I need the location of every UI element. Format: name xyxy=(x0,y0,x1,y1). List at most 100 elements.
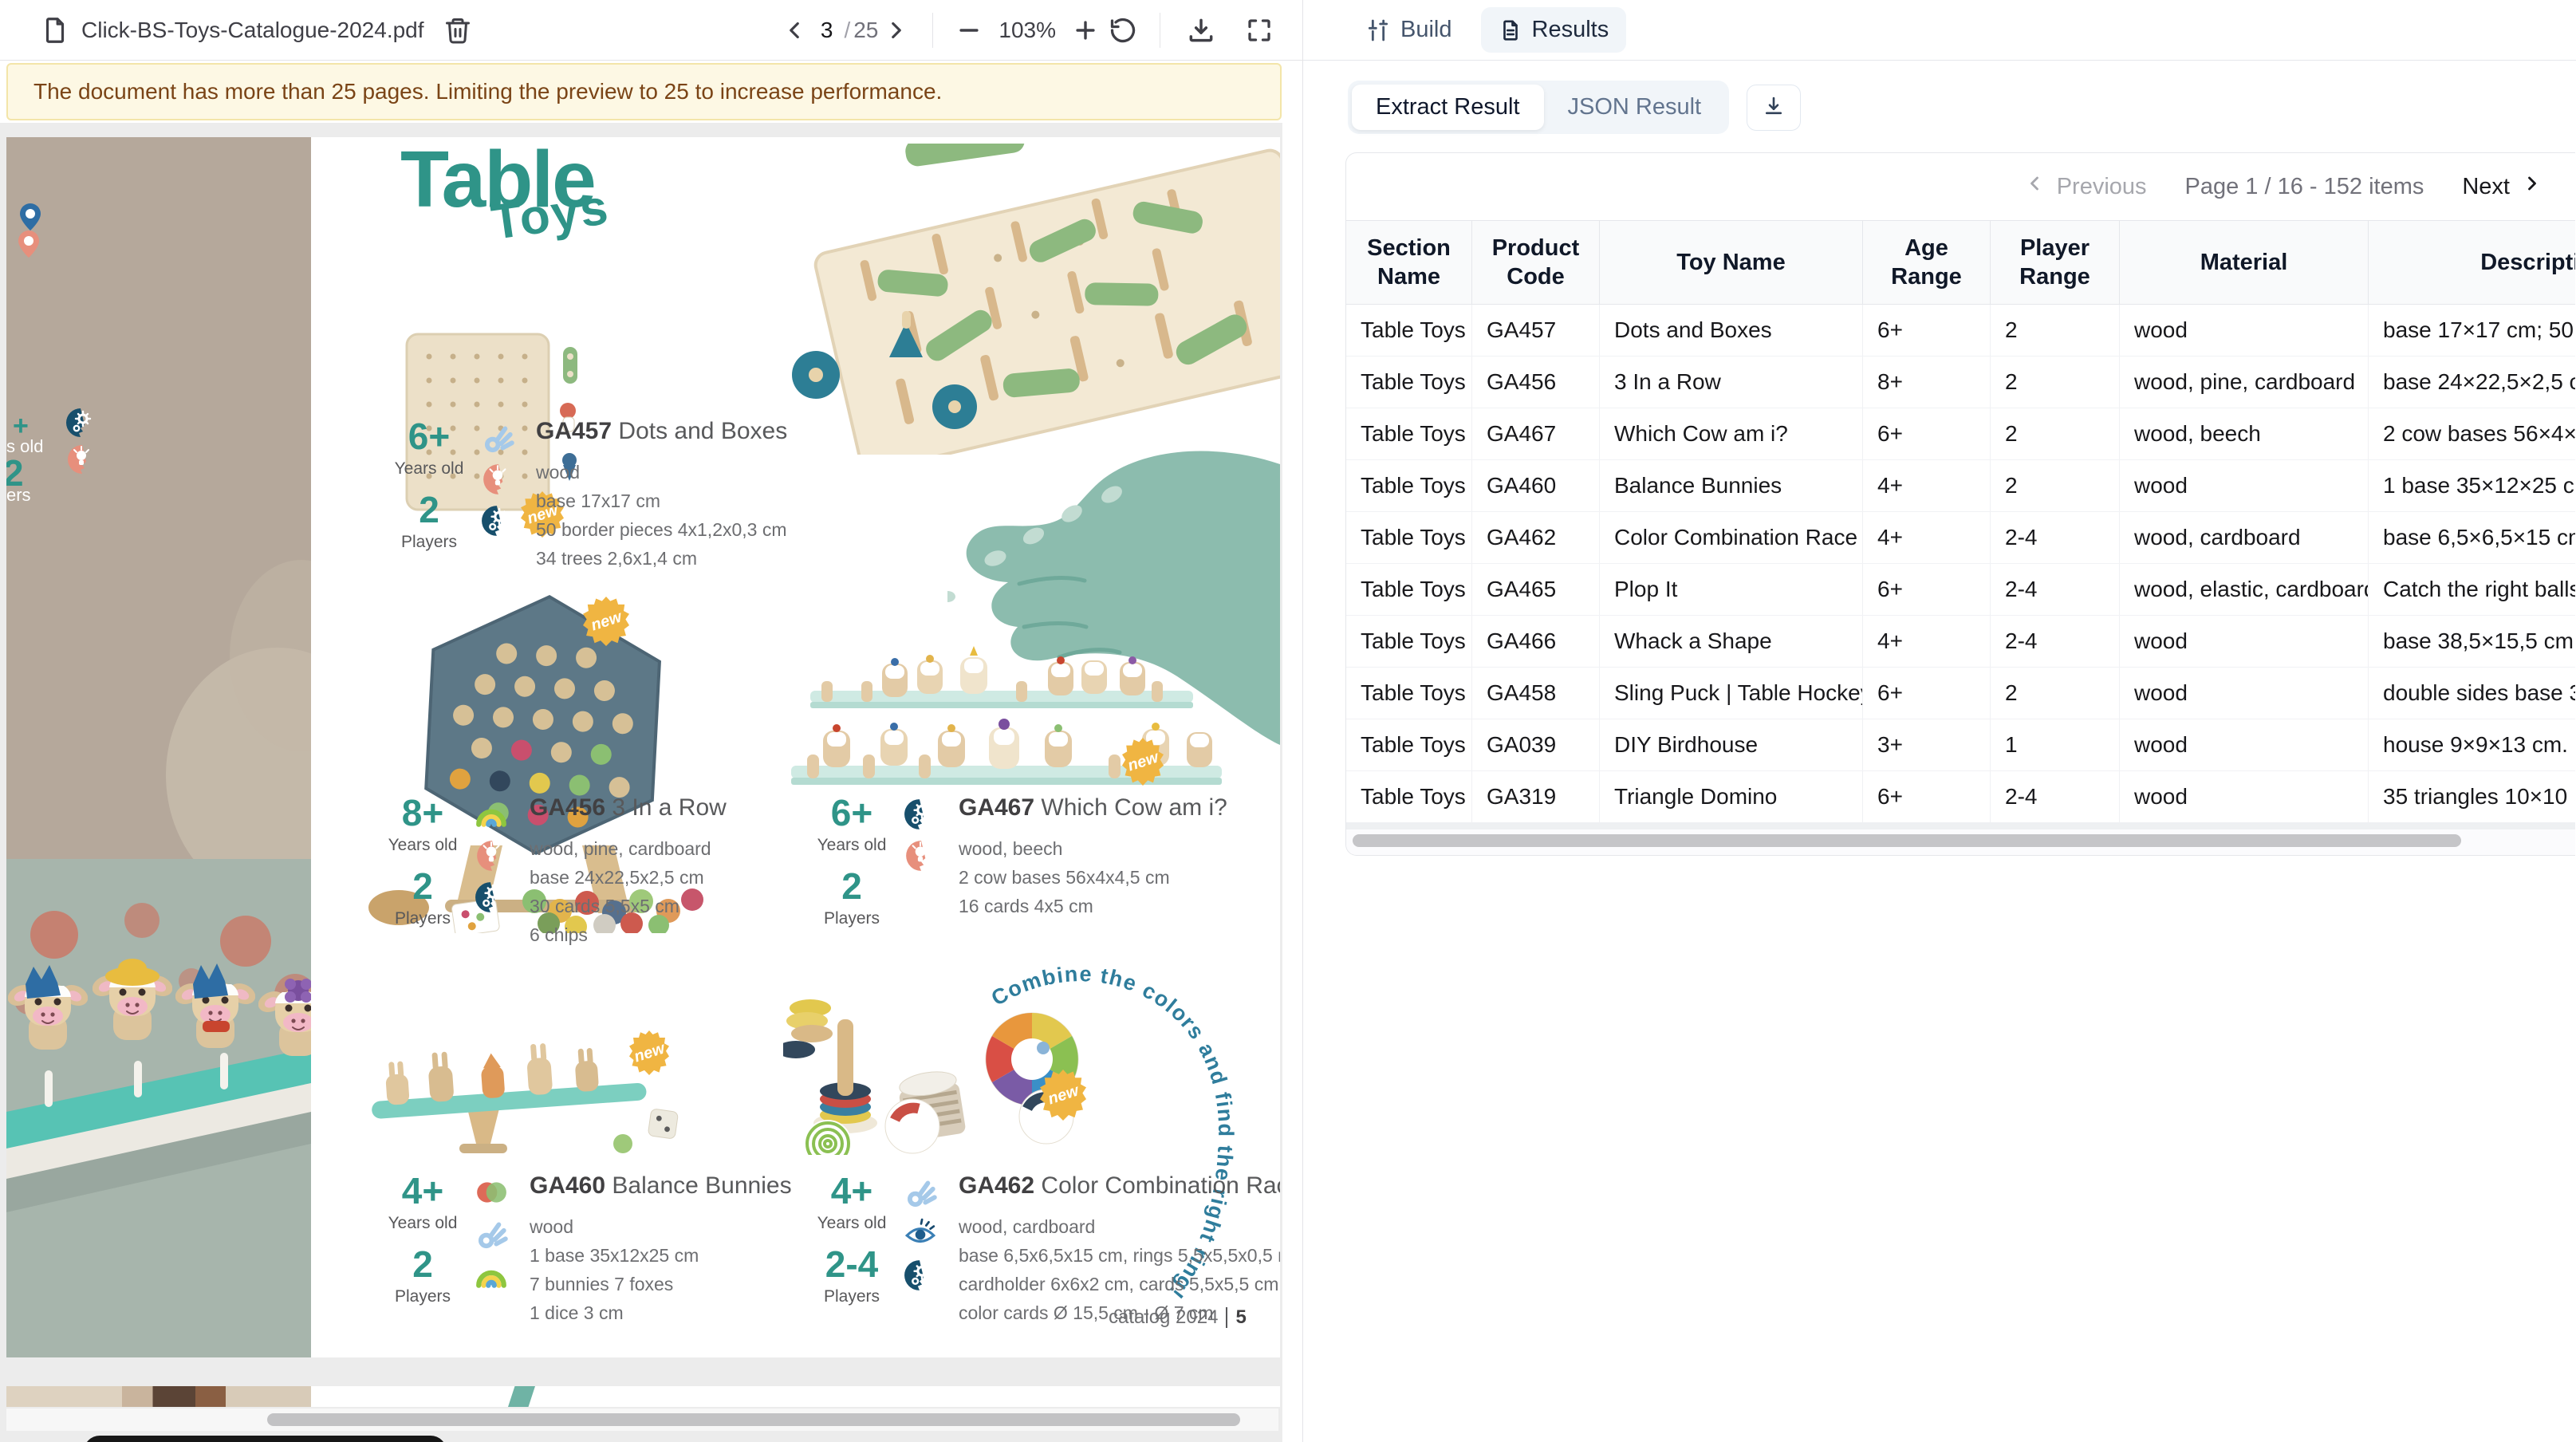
next-page-results-button[interactable]: Next xyxy=(2462,172,2543,201)
gear-head-icon xyxy=(481,504,514,538)
product-info: GA456 3 In a Row wood, pine, cardboardba… xyxy=(522,794,727,949)
tab-build[interactable]: Build xyxy=(1348,7,1470,53)
table-cell: wood xyxy=(2120,771,2369,822)
product-age: 4+ xyxy=(384,1172,461,1209)
total-pages: 25 xyxy=(853,18,878,43)
product-pictograms xyxy=(461,1172,522,1292)
product-detail-line: cardholder 6x6x2 cm, cards 5,5x5,5 cm xyxy=(959,1270,1280,1298)
product-players: 2-4 xyxy=(813,1246,890,1282)
product-players-label: Players xyxy=(813,1287,890,1306)
product-players-label: Players xyxy=(384,909,461,928)
product-name: Color Combination Race xyxy=(1041,1172,1280,1199)
strip-age-fragment: + xyxy=(13,412,29,439)
document-icon xyxy=(1499,18,1522,42)
tab-json-result[interactable]: JSON Result xyxy=(1544,85,1726,130)
product-info: GA467 Which Cow am i? wood, beech2 cow b… xyxy=(951,794,1227,920)
product-detail-line: wood, beech xyxy=(959,834,1227,863)
table-cell: wood xyxy=(2120,719,2369,770)
next-page-photo-fragment xyxy=(6,1386,311,1407)
download-icon xyxy=(1186,15,1216,45)
zoom-in-button[interactable] xyxy=(1067,12,1104,49)
product-name: Dots and Boxes xyxy=(618,418,787,444)
fullscreen-button[interactable] xyxy=(1240,11,1278,49)
zoom-out-button[interactable] xyxy=(951,12,987,49)
product-detail-line: wood, cardboard xyxy=(959,1212,1280,1241)
table-cell: wood xyxy=(2120,668,2369,719)
product-info: GA462 Color Combination Race wood, cardb… xyxy=(951,1172,1280,1327)
table-scrollbar-thumb[interactable] xyxy=(1353,834,2461,847)
table-cell: Which Cow am i? xyxy=(1600,408,1863,459)
delete-file-button[interactable] xyxy=(439,11,477,49)
table-pagination: Previous Page 1 / 16 - 152 items Next xyxy=(1346,153,2575,220)
previous-page-results-button[interactable]: Previous xyxy=(2023,172,2147,201)
table-cell: wood, pine, cardboard xyxy=(2120,357,2369,408)
download-results-button[interactable] xyxy=(1747,85,1801,131)
tab-results[interactable]: Results xyxy=(1481,7,1627,53)
fullscreen-icon xyxy=(1245,16,1274,45)
product-detail-line: 34 trees 2,6x1,4 cm xyxy=(536,544,787,573)
table-cell: Table Toys xyxy=(1346,512,1472,563)
next-page-button[interactable] xyxy=(878,12,915,49)
catalog-footer: catalog 2024 5 xyxy=(1109,1306,1247,1329)
table-cell: GA460 xyxy=(1472,460,1600,511)
current-page: 3 xyxy=(821,18,833,43)
previous-page-button[interactable] xyxy=(776,12,813,49)
page-separator: / xyxy=(844,18,850,43)
product-details: wood1 base 35x12x25 cm7 bunnies 7 foxes1… xyxy=(530,1212,792,1327)
table-horizontal-scrollbar[interactable] xyxy=(1346,829,2575,855)
table-cell: 4+ xyxy=(1863,512,1991,563)
table-cell: Table Toys xyxy=(1346,408,1472,459)
column-header-0: Section Name xyxy=(1346,221,1472,304)
product-code: GA462 xyxy=(959,1172,1034,1199)
table-row: Table ToysGA465Plop It6+2-4wood, elastic… xyxy=(1346,564,2575,616)
product-meta: 4+ Years old 2-4 Players xyxy=(813,1172,890,1319)
product-age-label: Years old xyxy=(391,459,467,479)
table-cell: 2 cow bases 56×4× xyxy=(2369,408,2575,459)
plus-icon xyxy=(1072,17,1099,44)
pdf-vertical-scroll-gutter[interactable] xyxy=(1282,123,1302,1442)
cow-game-photo xyxy=(6,137,311,1357)
column-header-4: Player Range xyxy=(1991,221,2120,304)
product-age: 8+ xyxy=(384,794,461,831)
pdf-scrollbar-thumb[interactable] xyxy=(267,1413,1240,1426)
product-pictograms xyxy=(890,794,951,873)
next-page-preview xyxy=(6,1386,1280,1407)
bottom-overlay-pill xyxy=(84,1436,447,1442)
product-info: GA460 Balance Bunnies wood1 base 35x12x2… xyxy=(522,1172,792,1327)
table-row: Table ToysGA462Color Combination Race4+2… xyxy=(1346,512,2575,564)
pdf-filename: Click-BS-Toys-Catalogue-2024.pdf xyxy=(81,18,424,43)
product-age: 6+ xyxy=(391,418,467,455)
ok-hand-icon xyxy=(481,421,514,455)
product-code: GA467 xyxy=(959,794,1034,821)
table-row: Table ToysGA4563 In a Row8+2wood, pine, … xyxy=(1346,357,2575,408)
table-cell: Table Toys xyxy=(1346,305,1472,356)
product-age-label: Years old xyxy=(813,836,890,855)
app-root: Click-BS-Toys-Catalogue-2024.pdf 3 / 25 xyxy=(0,0,2576,1442)
bulb-head-icon xyxy=(904,839,937,873)
tab-extract-result[interactable]: Extract Result xyxy=(1352,85,1544,130)
product-detail-line: 7 bunnies 7 foxes xyxy=(530,1270,792,1298)
product-age: 6+ xyxy=(813,794,890,831)
pdf-horizontal-scrollbar[interactable] xyxy=(6,1409,1278,1431)
product-age: 4+ xyxy=(813,1172,890,1209)
table-cell: Table Toys xyxy=(1346,719,1472,770)
table-cell: Color Combination Race xyxy=(1600,512,1863,563)
table-row: Table ToysGA466Whack a Shape4+2-4woodbas… xyxy=(1346,616,2575,668)
product-info: GA457 Dots and Boxes woodbase 17x17 cm50… xyxy=(528,418,787,573)
reset-zoom-button[interactable] xyxy=(1104,11,1142,49)
table-cell: 8+ xyxy=(1863,357,1991,408)
table-cell: wood xyxy=(2120,616,2369,667)
product-code: GA457 xyxy=(536,418,612,444)
extract-result-card: Previous Page 1 / 16 - 152 items Next Se… xyxy=(1345,152,2575,856)
product-title: GA460 Balance Bunnies xyxy=(530,1172,792,1200)
product-detail-line: 16 cards 4x5 cm xyxy=(959,892,1227,920)
table-cell: GA458 xyxy=(1472,668,1600,719)
table-cell: 2-4 xyxy=(1991,564,2120,615)
product-players: 2 xyxy=(384,868,461,904)
product-title: GA467 Which Cow am i? xyxy=(959,794,1227,821)
gear-head-icon xyxy=(904,798,937,831)
warning-banner-container: The document has more than 25 pages. Lim… xyxy=(0,61,1302,123)
table-cell: Table Toys xyxy=(1346,564,1472,615)
download-pdf-button[interactable] xyxy=(1181,10,1221,50)
product-title: GA457 Dots and Boxes xyxy=(536,418,787,445)
